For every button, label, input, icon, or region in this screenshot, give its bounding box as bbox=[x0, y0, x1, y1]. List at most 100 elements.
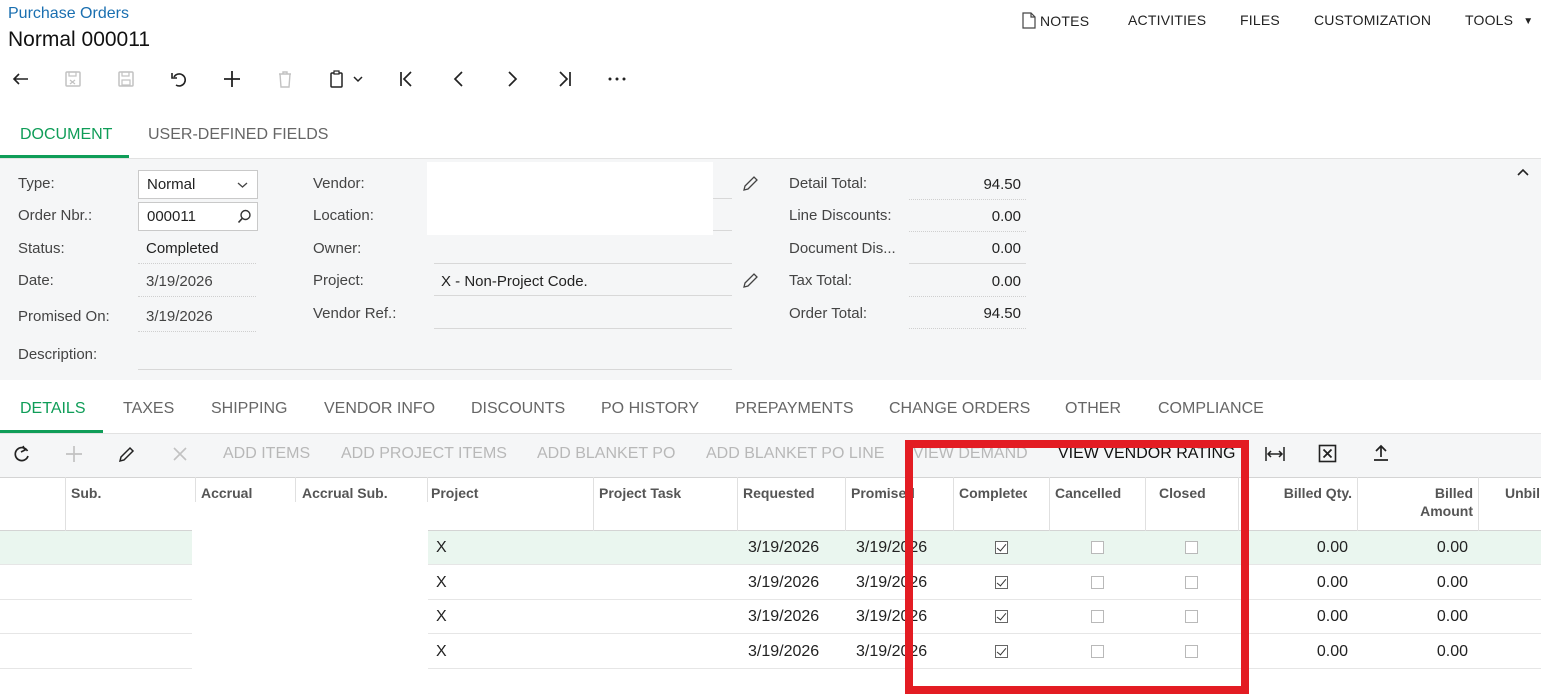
description-field[interactable] bbox=[138, 369, 732, 370]
project-label: Project: bbox=[313, 272, 364, 289]
cell-requested: 3/19/2026 bbox=[748, 574, 820, 591]
tax-total-label: Tax Total: bbox=[789, 272, 853, 289]
delete-icon[interactable] bbox=[272, 66, 298, 92]
project-field[interactable] bbox=[434, 295, 732, 296]
order-total-underline bbox=[909, 328, 1026, 329]
search-icon[interactable] bbox=[237, 209, 252, 224]
undo-icon[interactable] bbox=[166, 66, 192, 92]
fit-columns-icon[interactable] bbox=[1264, 444, 1286, 464]
cell-billed-qty: 0.00 bbox=[1316, 574, 1348, 591]
col-header-accrual[interactable]: Accrual bbox=[201, 485, 252, 501]
add-items-button[interactable]: ADD ITEMS bbox=[223, 445, 310, 463]
tab-document[interactable]: DOCUMENT bbox=[20, 126, 112, 144]
col-sep bbox=[65, 477, 66, 531]
edit-row-icon[interactable] bbox=[117, 444, 137, 464]
save-close-icon[interactable] bbox=[60, 66, 86, 92]
tab-change-orders[interactable]: CHANGE ORDERS bbox=[889, 400, 1030, 418]
promised-on-value: 3/19/2026 bbox=[146, 308, 213, 325]
notes-link[interactable]: NOTES bbox=[1022, 12, 1089, 29]
date-value: 3/19/2026 bbox=[146, 273, 213, 290]
detail-total-value: 94.50 bbox=[983, 176, 1021, 193]
line-discounts-label: Line Discounts: bbox=[789, 207, 892, 224]
tab-discounts[interactable]: DISCOUNTS bbox=[471, 400, 565, 418]
billed-amount-line1: Billed bbox=[1434, 485, 1473, 501]
status-value: Completed bbox=[146, 240, 219, 257]
files-link[interactable]: FILES bbox=[1240, 12, 1280, 28]
tab-taxes[interactable]: TAXES bbox=[123, 400, 174, 418]
cell-project: X bbox=[436, 539, 447, 556]
col-sep bbox=[845, 477, 846, 531]
document-discount-value: 0.00 bbox=[991, 240, 1021, 257]
cell-requested: 3/19/2026 bbox=[748, 608, 820, 625]
cell-billed-qty: 0.00 bbox=[1316, 539, 1348, 556]
type-value: Normal bbox=[147, 176, 196, 193]
date-label: Date: bbox=[18, 272, 54, 289]
col-header-project-task[interactable]: Project Task bbox=[599, 485, 681, 501]
tab-shipping[interactable]: SHIPPING bbox=[211, 400, 287, 418]
cell-project: X bbox=[436, 574, 447, 591]
cell-billed-amount: 0.00 bbox=[1436, 608, 1468, 625]
order-nbr-value: 000011 bbox=[147, 208, 196, 225]
order-nbr-field[interactable]: 000011 bbox=[138, 202, 258, 231]
tab-po-history[interactable]: PO HISTORY bbox=[601, 400, 699, 418]
billed-amount-line2: Amount bbox=[1420, 503, 1473, 519]
location-underline bbox=[713, 230, 732, 231]
redacted-accrual-area bbox=[192, 502, 428, 674]
save-icon[interactable] bbox=[113, 66, 139, 92]
col-header-unbilled[interactable]: Unbil bbox=[1505, 485, 1541, 501]
edit-project-icon[interactable] bbox=[742, 272, 759, 289]
back-icon[interactable] bbox=[8, 66, 34, 92]
more-icon[interactable] bbox=[604, 66, 630, 92]
refresh-icon[interactable] bbox=[12, 444, 32, 464]
next-icon[interactable] bbox=[499, 66, 525, 92]
col-header-requested[interactable]: Requested bbox=[743, 485, 815, 501]
copy-paste-icon[interactable] bbox=[326, 66, 370, 92]
tab-other[interactable]: OTHER bbox=[1065, 400, 1121, 418]
line-discounts-value: 0.00 bbox=[991, 208, 1021, 225]
vendor-ref-field[interactable] bbox=[434, 328, 732, 329]
delete-row-icon[interactable] bbox=[170, 444, 190, 464]
col-header-billed-amount[interactable]: Billed Amount bbox=[1360, 485, 1473, 519]
tab-details[interactable]: DETAILS bbox=[20, 400, 86, 418]
tab-prepayments[interactable]: PREPAYMENTS bbox=[735, 400, 854, 418]
col-header-sub[interactable]: Sub. bbox=[71, 485, 101, 501]
page-title: Normal 000011 bbox=[8, 28, 151, 51]
breadcrumb[interactable]: Purchase Orders bbox=[8, 5, 129, 23]
cell-requested: 3/19/2026 bbox=[748, 643, 820, 660]
tab-user-defined-fields[interactable]: USER-DEFINED FIELDS bbox=[148, 126, 328, 144]
activities-link[interactable]: ACTIVITIES bbox=[1128, 12, 1206, 28]
promised-underline bbox=[138, 331, 256, 332]
collapse-icon[interactable] bbox=[1516, 164, 1530, 180]
add-project-items-button[interactable]: ADD PROJECT ITEMS bbox=[341, 445, 507, 463]
first-icon[interactable] bbox=[393, 66, 419, 92]
last-icon[interactable] bbox=[552, 66, 578, 92]
vendor-location-field[interactable] bbox=[427, 162, 713, 235]
order-nbr-label: Order Nbr.: bbox=[18, 207, 93, 224]
tools-menu[interactable]: TOOLS ▼ bbox=[1465, 12, 1533, 28]
add-blanket-po-line-button[interactable]: ADD BLANKET PO LINE bbox=[706, 445, 884, 463]
tab-compliance[interactable]: COMPLIANCE bbox=[1158, 400, 1264, 418]
type-select[interactable]: Normal bbox=[138, 170, 258, 199]
export-excel-icon[interactable] bbox=[1318, 444, 1337, 463]
add-blanket-po-button[interactable]: ADD BLANKET PO bbox=[537, 445, 675, 463]
col-header-project[interactable]: Project bbox=[431, 485, 478, 501]
col-sep bbox=[737, 477, 738, 531]
cell-requested: 3/19/2026 bbox=[748, 539, 820, 556]
edit-vendor-icon[interactable] bbox=[742, 175, 759, 192]
col-header-billed-qty[interactable]: Billed Qty. bbox=[1244, 485, 1352, 501]
prev-icon[interactable] bbox=[446, 66, 472, 92]
col-header-accrual-sub[interactable]: Accrual Sub. bbox=[302, 485, 388, 501]
add-icon[interactable] bbox=[219, 66, 245, 92]
add-row-icon[interactable] bbox=[64, 444, 84, 464]
order-total-label: Order Total: bbox=[789, 305, 868, 322]
owner-field[interactable] bbox=[434, 263, 732, 264]
col-sep bbox=[1478, 477, 1479, 531]
tab-vendor-info[interactable]: VENDOR INFO bbox=[324, 400, 435, 418]
type-label: Type: bbox=[18, 175, 55, 192]
upload-icon[interactable] bbox=[1371, 443, 1391, 463]
owner-label: Owner: bbox=[313, 240, 362, 257]
date-underline bbox=[138, 296, 256, 297]
highlight-box bbox=[905, 440, 1249, 694]
customization-link[interactable]: CUSTOMIZATION bbox=[1314, 12, 1431, 28]
vendor-ref-label: Vendor Ref.: bbox=[313, 305, 397, 322]
